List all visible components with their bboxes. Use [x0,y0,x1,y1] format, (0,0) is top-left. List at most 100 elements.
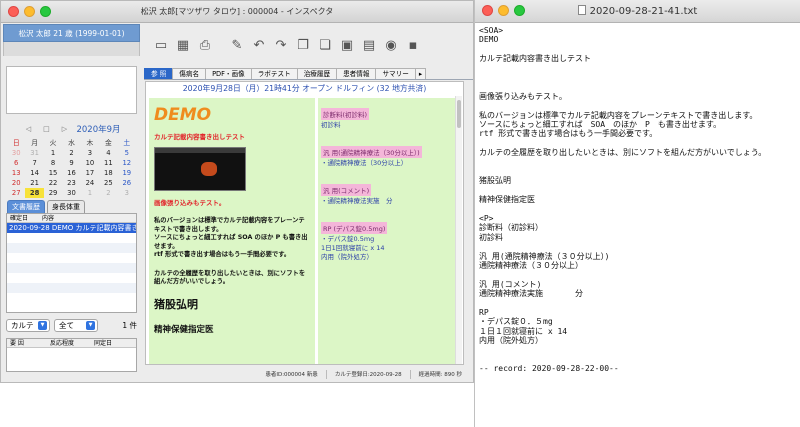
text-line: <SOA> [479,26,504,35]
prev-month-button[interactable]: ◁ [22,124,34,134]
calendar-day[interactable]: 10 [81,158,99,168]
order-block: 診断料(初診料) 初診料 [321,102,455,130]
record-row-empty [7,243,136,253]
calendar-day[interactable]: 25 [99,178,117,188]
calendar-day[interactable]: 31 [25,148,43,158]
calendar-grid: 日月火水木金土 30 31 1 2 3 4 5 6 7 8 9 10 11 12 13 14 15 16 17 18 19… [7,138,136,198]
calendar-day[interactable]: 6 [7,158,25,168]
content-scrollbar[interactable] [455,96,462,364]
col-reaction[interactable]: 反応程度 [47,339,91,347]
calendar-day[interactable]: 1 [44,148,62,158]
order-block: 汎 用(コメント) ・通院精神療法実施 分 [321,178,455,206]
weekday-label: 水 [68,139,75,147]
paste-icon[interactable]: ❏ [316,36,334,54]
redo-icon[interactable]: ↷ [272,36,290,54]
text-line [479,167,766,176]
status-bar: 患者ID:000004 新患 カルテ登録日:2020-09-28 経過時間: 8… [145,367,465,381]
soa-column[interactable]: DEMO カルテ記載内容書き出しテスト 画像張り込みもテスト。 私のバージョンは… [149,98,315,364]
calendar-day[interactable]: 18 [99,168,117,178]
order-block: RP (デパス錠0.5mg) ・デパス錠0.5mg 1日1回就寝前に x 14 … [321,216,455,262]
editor-text-area[interactable]: <SOA> DEMO カルテ記載内容書き出しテスト 画像張り込みもテスト。 私のバージョ… [479,26,766,374]
save-icon[interactable]: ▦ [174,36,192,54]
calendar-day[interactable]: 24 [81,178,99,188]
record-list: 確定日 内容 2020-09-28 DEMO カルテ記載内容書き [6,213,137,313]
calendar-day[interactable]: 19 [118,168,136,178]
calendar-day[interactable]: 13 [7,168,25,178]
calendar-day-today[interactable]: 28 [25,188,44,198]
calendar-day[interactable]: 3 [81,148,99,158]
copy-icon[interactable]: ❐ [294,36,312,54]
tab-disease-names[interactable]: 傷病名 [172,68,207,79]
calendar-day[interactable]: 30 [7,148,25,158]
period-select[interactable]: 全て ▼ [54,319,98,332]
order-item: ・デパス錠0.5mg [321,235,375,243]
scrollbar-thumb[interactable] [457,100,461,128]
tab-treatment-history[interactable]: 治療履歴 [296,68,338,79]
record-row[interactable]: 2020-09-28 DEMO カルテ記載内容書き [7,223,136,233]
p-column[interactable]: 診断料(初診料) 初診料 汎 用(通院精神療法（30分以上）) ・通院精神療法（… [318,98,458,364]
tab-height-weight[interactable]: 身長体重 [47,200,85,213]
record-type-select[interactable]: カルテ ▼ [6,319,50,332]
tab-reference[interactable]: 参 照 [144,68,174,79]
document-icon[interactable]: ▭ [152,36,170,54]
calendar-day[interactable]: 14 [25,168,43,178]
calendar-day[interactable]: 3 [118,188,136,198]
print-icon[interactable]: ⎙ [196,36,214,54]
order-item: 初診料 [321,121,341,129]
calendar-day[interactable]: 11 [99,158,117,168]
calendar-day[interactable]: 7 [25,158,43,168]
col-content[interactable]: 内容 [39,214,54,222]
window-titlebar: 松沢 太郎[マツザワ タロウ] : 000004 - インスペクタ [1,1,473,23]
next-month-button[interactable]: ▷ [58,124,70,134]
calendar-day[interactable]: 16 [62,168,80,178]
folder-icon[interactable]: ▣ [338,36,356,54]
lock-icon[interactable]: ◉ [382,36,400,54]
calendar-day[interactable]: 21 [25,178,43,188]
calendar-day[interactable]: 1 [81,188,99,198]
calendar-day[interactable]: 17 [81,168,99,178]
text-line: カルテの全履歴を取り出したいときは、別にソフトを組んだ方がいいでしょう。 [479,148,767,158]
calendar-day[interactable]: 23 [62,178,80,188]
tab-summary[interactable]: サマリー [375,68,416,79]
image-icon[interactable]: ▤ [360,36,378,54]
tab-lab-tests[interactable]: ラボテスト [250,68,298,79]
tab-patient-info[interactable]: 患者情報 [336,68,377,79]
col-factor[interactable]: 要 因 [7,339,47,347]
order-title: RP (デパス錠0.5mg) [321,222,388,234]
patient-photo-area[interactable] [6,66,137,114]
calendar-day[interactable]: 30 [62,188,80,198]
calendar-day[interactable]: 9 [62,158,80,168]
attached-image-thumbnail[interactable] [154,147,246,191]
calendar-day[interactable]: 2 [62,148,80,158]
tab-pdf-images[interactable]: PDF・画像 [205,68,252,79]
calendar-day[interactable]: 5 [118,148,136,158]
text-line: 内用（院外処方） [479,336,543,346]
allergy-table: 要 因 反応程度 同定日 [6,338,137,372]
order-item: 1日1回就寝前に x 14 [321,244,385,252]
calendar-day[interactable]: 29 [44,188,62,198]
calendar-day[interactable]: 8 [44,158,62,168]
calendar-day[interactable]: 12 [118,158,136,168]
record-row-empty [7,283,136,293]
text-line: <P> [479,213,494,223]
col-confirm-date[interactable]: 確定日 [7,214,39,222]
status-date: カルテ登録日:2020-09-28 [334,372,402,378]
calendar-day[interactable]: 20 [7,178,25,188]
text-line: 初診料 [479,232,503,242]
calendar-day[interactable]: 27 [7,188,25,198]
calendar-day[interactable]: 4 [99,148,117,158]
tab-document-history[interactable]: 文書履歴 [7,200,45,213]
allergy-table-header: 要 因 反応程度 同定日 [7,339,136,348]
text-line [479,186,766,195]
calendar-day[interactable]: 26 [118,178,136,188]
edit-icon[interactable]: ✎ [228,36,246,54]
undo-icon[interactable]: ↶ [250,36,268,54]
col-identified-date[interactable]: 同定日 [91,339,112,347]
current-month-button[interactable]: □ [40,124,52,134]
flag-icon[interactable]: ▪ [404,36,422,54]
karte-header: 2020年9月28日（月）21時41分 オープン ドルフィン (32 地方共済) [182,84,427,93]
calendar-day[interactable]: 2 [99,188,117,198]
calendar-day[interactable]: 22 [44,178,62,188]
calendar-day[interactable]: 15 [44,168,62,178]
more-tabs-arrow-icon[interactable]: ▸ [414,68,427,79]
